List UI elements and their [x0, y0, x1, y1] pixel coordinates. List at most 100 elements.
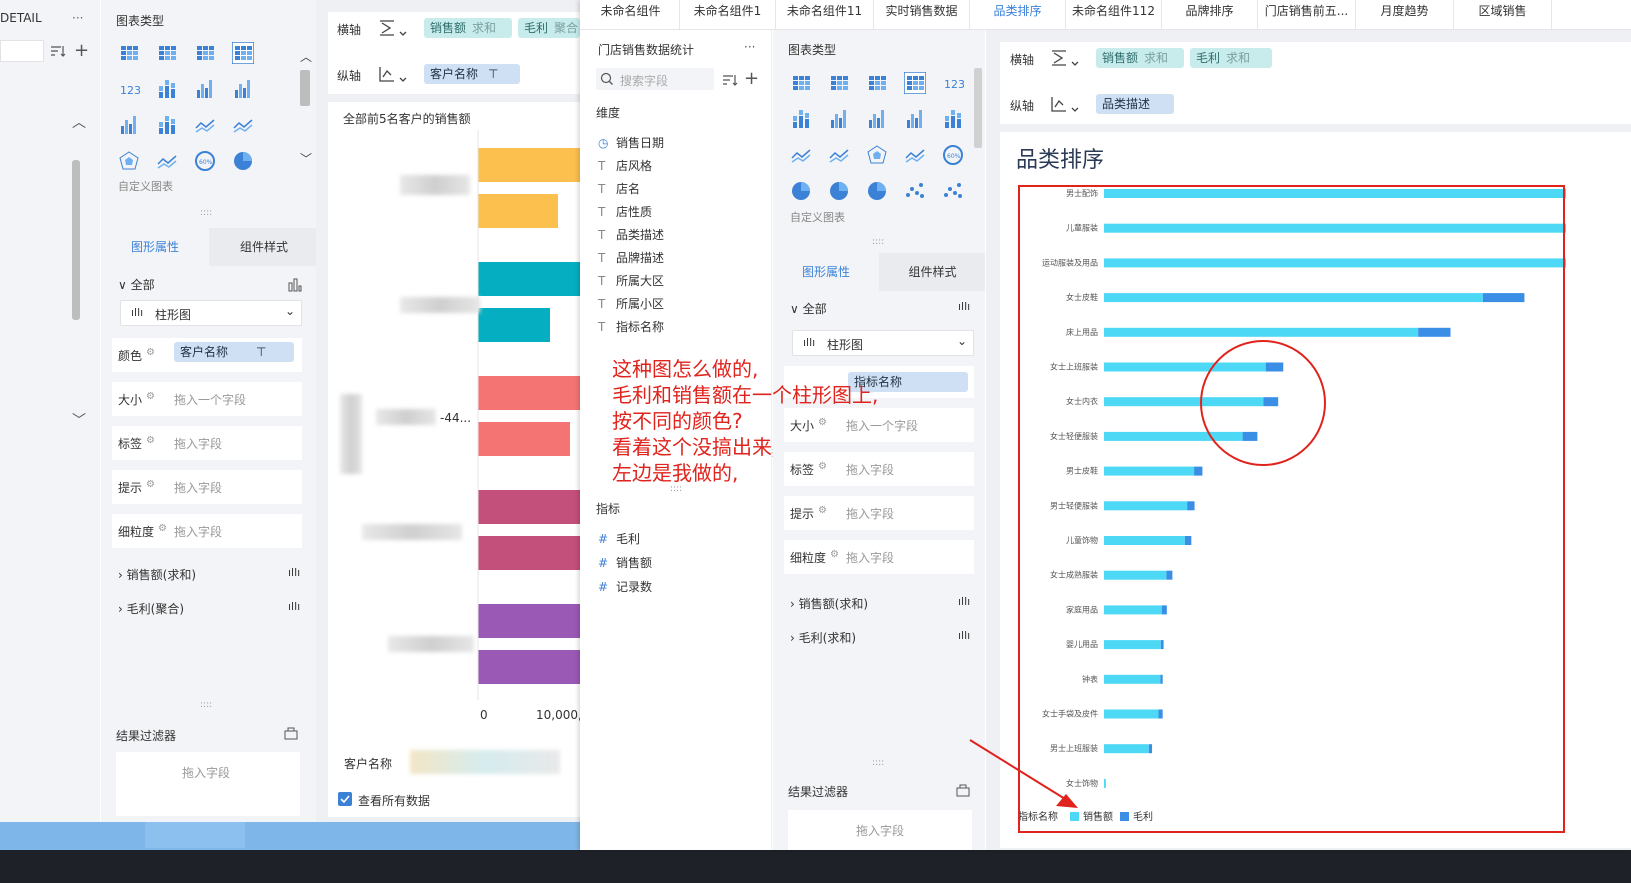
measure-profit[interactable]: › 毛利(聚合): [118, 600, 184, 617]
component-tab[interactable]: 品牌排序: [1162, 0, 1258, 30]
settings-icon[interactable]: ⚙: [158, 523, 167, 534]
drag-handle[interactable]: ::::: [872, 758, 884, 768]
settings-icon[interactable]: ⚙: [818, 505, 827, 516]
cross-table-icon[interactable]: [156, 42, 178, 64]
area-chart-icon[interactable]: [790, 144, 812, 166]
chevron-up-icon[interactable]: ︿: [300, 48, 312, 65]
dimension-field[interactable]: ◷ 销售日期: [598, 134, 664, 151]
field-search-input[interactable]: 搜索字段: [596, 68, 714, 90]
dimension-field[interactable]: T 店性质: [598, 203, 652, 220]
measure-field[interactable]: # 记录数: [598, 578, 652, 595]
settings-icon[interactable]: ⚙: [146, 347, 155, 358]
chart-type-scrollbar[interactable]: [300, 70, 310, 106]
bar-chart-icon[interactable]: ıllı: [958, 595, 970, 608]
dimension-field[interactable]: T 店风格: [598, 157, 652, 174]
dimension-field[interactable]: T 所属小区: [598, 295, 664, 312]
pie-chart-icon[interactable]: [232, 150, 254, 172]
measure-sales[interactable]: › 销售额(求和): [790, 595, 868, 612]
settings-icon[interactable]: ⚙: [146, 391, 155, 402]
bubble-icon[interactable]: [942, 180, 964, 202]
dimension-field[interactable]: T 品牌描述: [598, 249, 664, 266]
table-icon[interactable]: [118, 42, 140, 64]
radar-chart-icon[interactable]: [118, 150, 140, 172]
line-chart-icon[interactable]: [828, 144, 850, 166]
ring-chart-icon[interactable]: [828, 180, 850, 202]
prop-placeholder[interactable]: 拖入字段: [846, 505, 894, 522]
component-tab[interactable]: 实时销售数据: [874, 0, 970, 30]
measure-profit[interactable]: › 毛利(求和): [790, 629, 856, 646]
prop-placeholder[interactable]: 拖入字段: [174, 523, 222, 540]
scatter-icon[interactable]: [904, 180, 926, 202]
bar-chart-icon[interactable]: [194, 78, 216, 100]
dimension-field[interactable]: T 店名: [598, 180, 640, 197]
component-tab[interactable]: 门店销售前五...: [1258, 0, 1356, 30]
detail-table-icon[interactable]: [866, 72, 888, 94]
prop-placeholder[interactable]: 拖入字段: [174, 479, 222, 496]
filter-settings-icon[interactable]: [284, 726, 298, 740]
y-pill-category[interactable]: 品类描述: [1096, 94, 1174, 114]
axis-switch-icon[interactable]: [1050, 48, 1080, 68]
detail-table-icon[interactable]: [194, 42, 216, 64]
axis-switch-icon[interactable]: [378, 18, 408, 38]
component-tab[interactable]: 未命名组件1: [680, 0, 776, 30]
x-pill-profit[interactable]: 毛利 聚合: [518, 18, 580, 38]
drag-handle[interactable]: ::::: [200, 208, 212, 218]
stacked-bar-icon[interactable]: [790, 108, 812, 130]
tab-component-style[interactable]: 组件样式: [880, 253, 985, 291]
add-icon[interactable]: +: [744, 68, 759, 89]
taskbar-item[interactable]: [145, 822, 245, 848]
more-icon[interactable]: ···: [72, 11, 83, 25]
cross-table-icon[interactable]: [828, 72, 850, 94]
left-scrollbar[interactable]: [72, 160, 80, 320]
column-chart-icon[interactable]: [232, 78, 254, 100]
measure-field[interactable]: # 毛利: [598, 530, 640, 547]
area-line-icon[interactable]: [156, 150, 178, 172]
chart-type-select[interactable]: ıllı 柱形图 ⌄: [120, 300, 302, 326]
chevron-up-icon[interactable]: ︿: [72, 112, 86, 132]
grouped-table-icon[interactable]: [232, 42, 254, 64]
component-tab[interactable]: 品类排序: [970, 0, 1066, 30]
all-toggle[interactable]: ∨ 全部: [790, 300, 827, 317]
prop-pill[interactable]: 客户名称 ⊤: [174, 342, 294, 362]
tab-graphic-props[interactable]: 图形属性: [773, 253, 879, 291]
pie-chart-icon[interactable]: [790, 180, 812, 202]
bar-chart-icon[interactable]: ıllı: [958, 300, 970, 313]
y-pill-customer[interactable]: 客户名称 ⊤: [424, 64, 520, 84]
drag-handle[interactable]: ::::: [200, 700, 212, 710]
dimension-field[interactable]: T 指标名称: [598, 318, 664, 335]
x-pill-sales[interactable]: 销售额 求和: [1096, 48, 1184, 68]
gauge-icon[interactable]: 60%: [194, 150, 216, 172]
dimension-field[interactable]: T 品类描述: [598, 226, 664, 243]
filter-dropzone[interactable]: 拖入字段: [116, 752, 300, 816]
chart-type-select[interactable]: ıllı 柱形图 ⌄: [792, 330, 974, 356]
dot-chart-icon[interactable]: [942, 108, 964, 130]
settings-icon[interactable]: ⚙: [146, 435, 155, 446]
component-tab[interactable]: 未命名组件112: [1066, 0, 1162, 30]
grouped-bar-icon[interactable]: [118, 114, 140, 136]
table-icon[interactable]: [790, 72, 812, 94]
axis-switch-icon[interactable]: [1050, 94, 1080, 114]
sort-icon[interactable]: [50, 44, 68, 58]
kpi-icon[interactable]: 123: [118, 78, 140, 100]
x-pill-profit[interactable]: 毛利 求和: [1190, 48, 1272, 68]
left-search-input[interactable]: [0, 40, 44, 62]
chevron-down-icon[interactable]: ﹀: [300, 150, 312, 167]
tab-component-style[interactable]: 组件样式: [212, 228, 316, 266]
dimension-field[interactable]: T 所属大区: [598, 272, 664, 289]
bar-chart-icon[interactable]: [288, 278, 302, 292]
sort-icon[interactable]: [722, 73, 740, 87]
settings-icon[interactable]: ⚙: [830, 549, 839, 560]
bar-chart-icon[interactable]: ıllı: [288, 600, 300, 613]
bar-chart-icon[interactable]: ıllı: [958, 629, 970, 642]
component-tab[interactable]: 区域销售: [1454, 0, 1552, 30]
column-chart-icon[interactable]: [866, 108, 888, 130]
bar-chart-icon[interactable]: ıllı: [288, 566, 300, 579]
stacked-bar-icon[interactable]: [156, 78, 178, 100]
measure-field[interactable]: # 销售额: [598, 554, 652, 571]
gauge-icon[interactable]: 60%: [942, 144, 964, 166]
radar-chart-icon[interactable]: [866, 144, 888, 166]
grouped-table-icon[interactable]: [904, 72, 926, 94]
bar-chart-icon[interactable]: [828, 108, 850, 130]
chart-type-scrollbar[interactable]: [974, 68, 982, 148]
prop-placeholder[interactable]: 拖入字段: [846, 549, 894, 566]
